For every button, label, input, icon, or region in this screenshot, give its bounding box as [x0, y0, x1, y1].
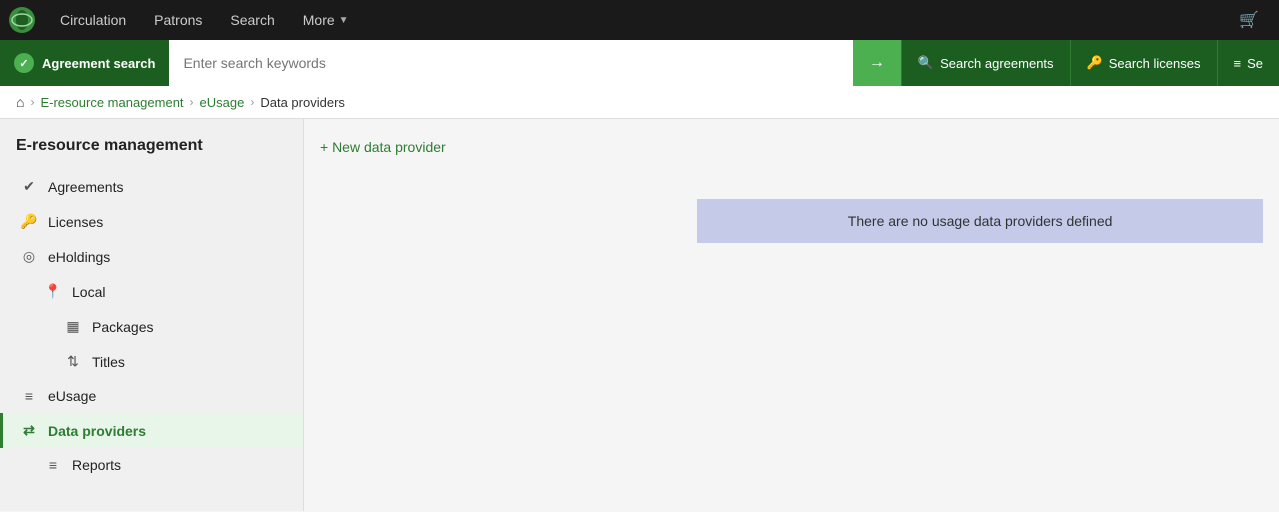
- search-extra-icon: ≡: [1234, 56, 1242, 71]
- agreements-icon: ✔: [20, 178, 38, 195]
- sidebar-item-label: Licenses: [48, 214, 103, 230]
- nav-patrons[interactable]: Patrons: [142, 6, 214, 34]
- more-dropdown-arrow: ▼: [339, 15, 349, 26]
- sidebar-item-label: Data providers: [48, 423, 146, 439]
- breadcrumb-eresource[interactable]: E-resource management: [40, 95, 183, 110]
- packages-icon: ▦: [64, 318, 82, 335]
- titles-icon: ⇅: [64, 353, 82, 370]
- sidebar-item-eholdings[interactable]: ◎ eHoldings: [0, 239, 303, 274]
- empty-notice: There are no usage data providers define…: [697, 199, 1263, 243]
- new-data-provider-button[interactable]: + New data provider: [320, 135, 446, 159]
- quick-search-btns: 🔍 Search agreements 🔑 Search licenses ≡ …: [901, 40, 1279, 86]
- sidebar-item-reports[interactable]: ≡ Reports: [0, 448, 303, 482]
- search-go-button[interactable]: →: [853, 40, 901, 86]
- search-extra-button[interactable]: ≡ Se: [1217, 40, 1279, 86]
- sidebar-item-local[interactable]: 📍 Local: [0, 274, 303, 309]
- sidebar: E-resource management ✔ Agreements 🔑 Lic…: [0, 119, 304, 511]
- eusage-icon: ≡: [20, 388, 38, 404]
- sidebar-item-agreements[interactable]: ✔ Agreements: [0, 169, 303, 204]
- breadcrumb: ⌂ › E-resource management › eUsage › Dat…: [0, 86, 1279, 119]
- cart-icon[interactable]: 🛒: [1227, 4, 1271, 36]
- sidebar-heading: E-resource management: [0, 119, 303, 169]
- local-icon: 📍: [44, 283, 62, 300]
- nav-circulation[interactable]: Circulation: [48, 6, 138, 34]
- module-check-icon: ✓: [14, 53, 34, 73]
- main-layout: E-resource management ✔ Agreements 🔑 Lic…: [0, 119, 1279, 511]
- licenses-icon: 🔑: [20, 213, 38, 230]
- breadcrumb-sep-3: ›: [250, 95, 254, 109]
- home-icon[interactable]: ⌂: [16, 94, 24, 110]
- sidebar-item-label: Agreements: [48, 179, 123, 195]
- sidebar-item-label: Local: [72, 284, 105, 300]
- nav-search[interactable]: Search: [218, 6, 286, 34]
- sidebar-item-label: Packages: [92, 319, 153, 335]
- data-providers-icon: ⇄: [20, 422, 38, 439]
- top-nav: Circulation Patrons Search More ▼ 🛒: [0, 0, 1279, 40]
- breadcrumb-current: Data providers: [260, 95, 345, 110]
- breadcrumb-sep-2: ›: [190, 95, 194, 109]
- content-area: + New data provider There are no usage d…: [304, 119, 1279, 511]
- search-module-label: ✓ Agreement search: [0, 40, 169, 86]
- sidebar-item-label: eHoldings: [48, 249, 110, 265]
- breadcrumb-sep-1: ›: [30, 95, 34, 109]
- reports-icon: ≡: [44, 457, 62, 473]
- eholdings-icon: ◎: [20, 248, 38, 265]
- sidebar-item-label: Reports: [72, 457, 121, 473]
- search-agreements-icon: 🔍: [918, 55, 934, 71]
- app-logo[interactable]: [8, 6, 40, 34]
- sidebar-item-label: Titles: [92, 354, 125, 370]
- sidebar-item-titles[interactable]: ⇅ Titles: [0, 344, 303, 379]
- nav-more[interactable]: More ▼: [291, 6, 361, 34]
- search-input-wrap: [169, 40, 852, 86]
- sidebar-item-licenses[interactable]: 🔑 Licenses: [0, 204, 303, 239]
- search-input[interactable]: [169, 40, 852, 86]
- sidebar-item-data-providers[interactable]: ⇄ Data providers: [0, 413, 303, 448]
- search-licenses-icon: 🔑: [1087, 55, 1103, 71]
- sidebar-item-eusage[interactable]: ≡ eUsage: [0, 379, 303, 413]
- sidebar-item-label: eUsage: [48, 388, 96, 404]
- breadcrumb-eusage[interactable]: eUsage: [200, 95, 245, 110]
- search-agreements-button[interactable]: 🔍 Search agreements: [901, 40, 1070, 86]
- search-licenses-button[interactable]: 🔑 Search licenses: [1070, 40, 1217, 86]
- search-bar-row: ✓ Agreement search → 🔍 Search agreements…: [0, 40, 1279, 86]
- sidebar-item-packages[interactable]: ▦ Packages: [0, 309, 303, 344]
